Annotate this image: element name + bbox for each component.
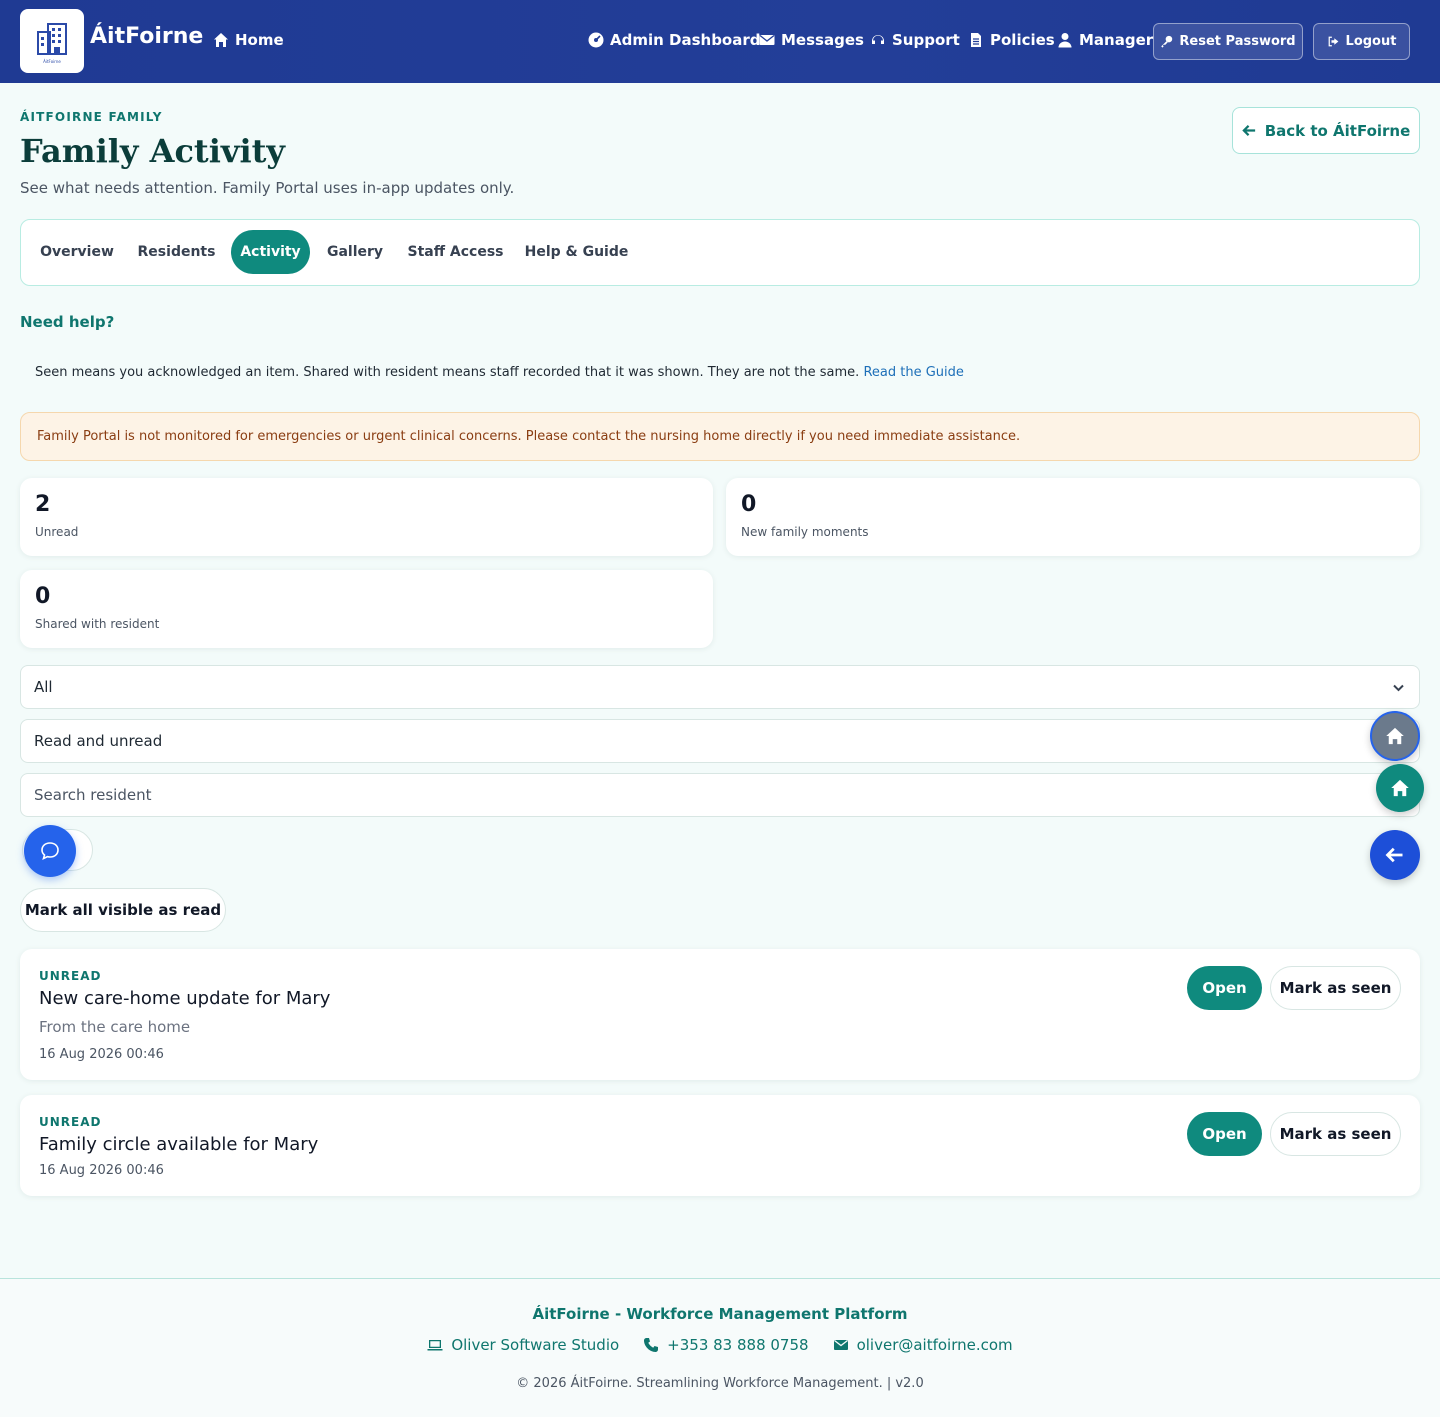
stat-shared-value: 0 — [35, 584, 51, 609]
mark-seen-button[interactable]: Mark as seen — [1270, 966, 1401, 1010]
section-eyebrow: ÁITFOIRNE FAMILY — [20, 110, 163, 124]
chevron-down-icon — [1393, 684, 1404, 692]
stat-moments-label: New family moments — [741, 525, 869, 539]
arrow-left-icon — [1241, 125, 1255, 136]
nav-manager-label: Manager — [1079, 31, 1154, 49]
help-text: Seen means you acknowledged an item. Sha… — [35, 365, 964, 380]
search-resident-field[interactable] — [20, 773, 1420, 817]
building-icon — [37, 23, 67, 55]
activity-item: UNREAD Family circle available for Mary … — [20, 1095, 1420, 1196]
tab-residents[interactable]: Residents — [130, 230, 223, 274]
footer-studio[interactable]: Oliver Software Studio — [427, 1336, 619, 1354]
nav-admin-dashboard-label: Admin Dashboard — [610, 31, 761, 49]
type-filter-select[interactable]: All — [20, 665, 1420, 709]
tab-staff-access[interactable]: Staff Access — [401, 230, 510, 274]
footer-studio-label: Oliver Software Studio — [451, 1336, 620, 1354]
tab-gallery[interactable]: Gallery — [318, 230, 392, 274]
nav-messages-label: Messages — [781, 31, 864, 49]
nav-support[interactable]: Support — [870, 31, 960, 49]
page-subtitle: See what needs attention. Family Portal … — [20, 179, 515, 197]
home-icon — [1386, 727, 1404, 745]
read-guide-link[interactable]: Read the Guide — [863, 365, 963, 380]
nav-policies[interactable]: Policies — [968, 31, 1055, 49]
item-timestamp: 16 Aug 2026 00:46 — [39, 1047, 164, 1062]
envelope-icon — [833, 1339, 848, 1350]
stat-shared-label: Shared with resident — [35, 617, 160, 631]
stat-unread-value: 2 — [35, 492, 51, 517]
key-icon — [1161, 35, 1173, 48]
phone-icon — [644, 1338, 659, 1352]
nav-manager[interactable]: Manager — [1057, 31, 1153, 49]
envelope-icon — [759, 34, 775, 45]
logo-caption: ÁitFoirne — [43, 59, 61, 64]
home-icon — [214, 33, 228, 47]
help-heading: Need help? — [20, 313, 115, 331]
page-title: Family Activity — [20, 132, 285, 170]
emergency-alert: Family Portal is not monitored for emerg… — [20, 412, 1420, 461]
footer-email-label: oliver@aitfoirne.com — [856, 1336, 1013, 1354]
item-title: Family circle available for Mary — [39, 1134, 319, 1155]
chat-button[interactable] — [24, 825, 76, 877]
arrow-left-icon — [1385, 847, 1403, 863]
nav-messages[interactable]: Messages — [759, 31, 864, 49]
user-icon — [1058, 33, 1072, 48]
help-text-body: Seen means you acknowledged an item. Sha… — [35, 365, 860, 380]
tab-bar: Overview Residents Activity Gallery Staf… — [20, 219, 1420, 286]
stat-card-moments: 0 New family moments — [726, 478, 1420, 556]
stat-moments-value: 0 — [741, 492, 757, 517]
item-title: New care-home update for Mary — [39, 988, 331, 1009]
footer-contacts: Oliver Software Studio +353 83 888 0758 … — [0, 1336, 1440, 1354]
logout-label: Logout — [1345, 34, 1397, 49]
stat-unread-label: Unread — [35, 525, 79, 539]
document-icon — [971, 33, 981, 47]
stat-card-shared: 0 Shared with resident — [20, 570, 713, 648]
back-button-label: Back to ÁitFoirne — [1264, 121, 1411, 140]
page-footer: ÁitFoirne - Workforce Management Platfor… — [0, 1278, 1440, 1417]
home-fab-teal[interactable] — [1376, 764, 1424, 812]
nav-policies-label: Policies — [990, 31, 1055, 49]
item-source: From the care home — [39, 1018, 191, 1036]
read-filter-value: Read and unread — [34, 732, 163, 750]
tab-overview[interactable]: Overview — [31, 230, 123, 274]
tab-activity[interactable]: Activity — [231, 230, 310, 274]
footer-title: ÁitFoirne - Workforce Management Platfor… — [532, 1305, 908, 1323]
nav-home[interactable]: Home — [213, 31, 284, 49]
logout-icon — [1328, 36, 1338, 47]
headset-icon — [872, 35, 884, 44]
item-status-tag: UNREAD — [39, 1115, 102, 1129]
footer-copyright: © 2026 ÁitFoirne. Streamlining Workforce… — [516, 1376, 924, 1391]
type-filter-value: All — [34, 678, 53, 696]
mark-all-read-button[interactable]: Mark all visible as read — [20, 888, 226, 932]
reset-password-label: Reset Password — [1179, 34, 1296, 49]
nav-support-label: Support — [892, 31, 960, 49]
activity-item: UNREAD New care-home update for Mary Fro… — [20, 949, 1420, 1080]
gauge-icon — [588, 32, 604, 48]
home-fab-gray[interactable] — [1370, 711, 1420, 761]
nav-admin-dashboard[interactable]: Admin Dashboard — [588, 31, 761, 49]
brand-name[interactable]: ÁitFoirne — [90, 24, 203, 49]
item-status-tag: UNREAD — [39, 969, 102, 983]
back-button[interactable]: Back to ÁitFoirne — [1232, 107, 1420, 154]
top-navbar: ÁitFoirne ÁitFoirne Home Admin Dashboard… — [0, 0, 1440, 83]
chat-bubble-icon — [41, 842, 59, 860]
footer-email[interactable]: oliver@aitfoirne.com — [833, 1336, 1013, 1354]
footer-phone[interactable]: +353 83 888 0758 — [643, 1336, 809, 1354]
item-timestamp: 16 Aug 2026 00:46 — [39, 1163, 164, 1178]
home-icon — [1391, 779, 1409, 797]
app-logo[interactable]: ÁitFoirne — [20, 9, 84, 73]
mark-seen-button[interactable]: Mark as seen — [1270, 1112, 1401, 1156]
open-button[interactable]: Open — [1187, 1112, 1262, 1156]
open-button[interactable]: Open — [1187, 966, 1262, 1010]
reset-password-button[interactable]: Reset Password — [1153, 23, 1303, 60]
logout-button[interactable]: Logout — [1313, 23, 1410, 60]
read-filter-select[interactable]: Read and unread — [20, 719, 1420, 763]
nav-home-label: Home — [235, 31, 284, 49]
footer-phone-label: +353 83 888 0758 — [667, 1336, 809, 1354]
laptop-code-icon — [427, 1340, 443, 1351]
tab-help-guide[interactable]: Help & Guide — [519, 230, 634, 274]
stat-card-unread: 2 Unread — [20, 478, 713, 556]
search-resident-input[interactable] — [34, 786, 1419, 804]
back-fab[interactable] — [1370, 830, 1420, 880]
